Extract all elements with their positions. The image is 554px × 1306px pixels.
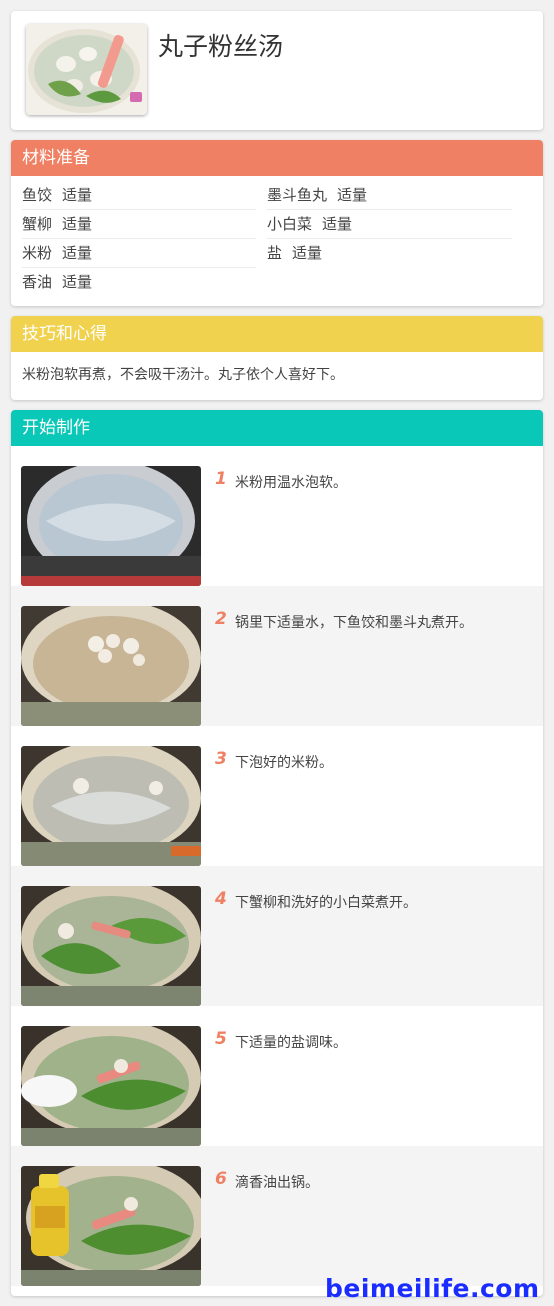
step-number: 3 (215, 749, 227, 769)
step-photo[interactable] (21, 606, 201, 726)
ingredient-qty: 适量 (337, 186, 368, 204)
tips-card: 技巧和心得 米粉泡软再煮，不会吸干汤汁。丸子依个人喜好下。 (11, 316, 543, 400)
pot-adding-salt-image (21, 1026, 201, 1146)
ingredient-name: 蟹柳 (22, 215, 53, 233)
pot-with-noodles-image (21, 746, 201, 866)
page-title: 丸子粉丝汤 (158, 32, 284, 61)
step-text: 下适量的盐调味。 (235, 1035, 347, 1051)
ingredients-heading: 材料准备 (11, 140, 543, 176)
step-text: 滴香油出锅。 (235, 1175, 319, 1191)
ingredient-qty: 适量 (62, 215, 93, 233)
ingredient-item: 香油 适量 (22, 268, 256, 296)
ingredient-qty: 适量 (322, 215, 353, 233)
watermark: beimeilife.com (325, 1274, 540, 1303)
step-number: 5 (215, 1029, 227, 1049)
step-item: 6 滴香油出锅。 (11, 1146, 543, 1286)
ingredient-name: 米粉 (22, 244, 53, 262)
recipe-cover-image[interactable] (26, 24, 147, 115)
ingredient-item: 米粉 适量 (22, 239, 256, 268)
ingredient-item: 鱼饺 适量 (22, 181, 256, 210)
pot-with-greens-image (21, 886, 201, 1006)
step-number: 4 (215, 889, 227, 909)
ingredient-name: 盐 (267, 244, 283, 262)
step-photo[interactable] (21, 746, 201, 866)
pot-adding-sesame-oil-image (21, 1166, 201, 1286)
step-item: 2 锅里下适量水，下鱼饺和墨斗丸煮开。 (11, 586, 543, 726)
step-text: 下泡好的米粉。 (235, 755, 333, 771)
step-item: 5 下适量的盐调味。 (11, 1006, 543, 1146)
tips-heading: 技巧和心得 (11, 316, 543, 352)
step-item: 4 下蟹柳和洗好的小白菜煮开。 (11, 866, 543, 1006)
ingredient-qty: 适量 (62, 186, 93, 204)
ingredient-item: 墨斗鱼丸 适量 (267, 181, 512, 210)
step-text: 下蟹柳和洗好的小白菜煮开。 (235, 895, 417, 911)
ingredient-name: 香油 (22, 273, 53, 291)
ingredient-name: 鱼饺 (22, 186, 53, 204)
steps-heading: 开始制作 (11, 410, 543, 446)
recipe-header-card: 丸子粉丝汤 (11, 11, 543, 130)
soup-bowl-image (26, 24, 147, 115)
ingredient-item: 蟹柳 适量 (22, 210, 256, 239)
step-photo[interactable] (21, 1026, 201, 1146)
step-item: 3 下泡好的米粉。 (11, 726, 543, 866)
step-number: 1 (215, 469, 227, 489)
step-text: 锅里下适量水，下鱼饺和墨斗丸煮开。 (235, 615, 473, 631)
step-text: 米粉用温水泡软。 (235, 475, 347, 491)
pot-with-fish-balls-image (21, 606, 201, 726)
step-photo[interactable] (21, 1166, 201, 1286)
ingredient-name: 小白菜 (267, 215, 313, 233)
ingredient-name: 墨斗鱼丸 (267, 186, 328, 204)
steps-card: 开始制作 1 米粉用温水泡软。 2 锅里下适量水，下鱼饺和墨斗丸煮开。 3 下泡… (11, 410, 543, 1296)
pot-soaking-noodles-image (21, 466, 201, 586)
ingredient-item: 小白菜 适量 (267, 210, 512, 239)
step-photo[interactable] (21, 466, 201, 586)
ingredient-qty: 适量 (62, 244, 93, 262)
step-item: 1 米粉用温水泡软。 (11, 446, 543, 586)
step-photo[interactable] (21, 886, 201, 1006)
tips-text: 米粉泡软再煮，不会吸干汤汁。丸子依个人喜好下。 (22, 367, 344, 383)
ingredient-qty: 适量 (292, 244, 323, 262)
step-number: 2 (215, 609, 227, 629)
ingredients-card: 材料准备 鱼饺 适量 墨斗鱼丸 适量 蟹柳 适量 小白菜 适量 米粉 适量 盐适量 香油适… (11, 140, 543, 306)
ingredient-item: 盐适量 (267, 239, 512, 267)
ingredient-qty: 适量 (62, 273, 93, 291)
step-number: 6 (215, 1169, 227, 1189)
